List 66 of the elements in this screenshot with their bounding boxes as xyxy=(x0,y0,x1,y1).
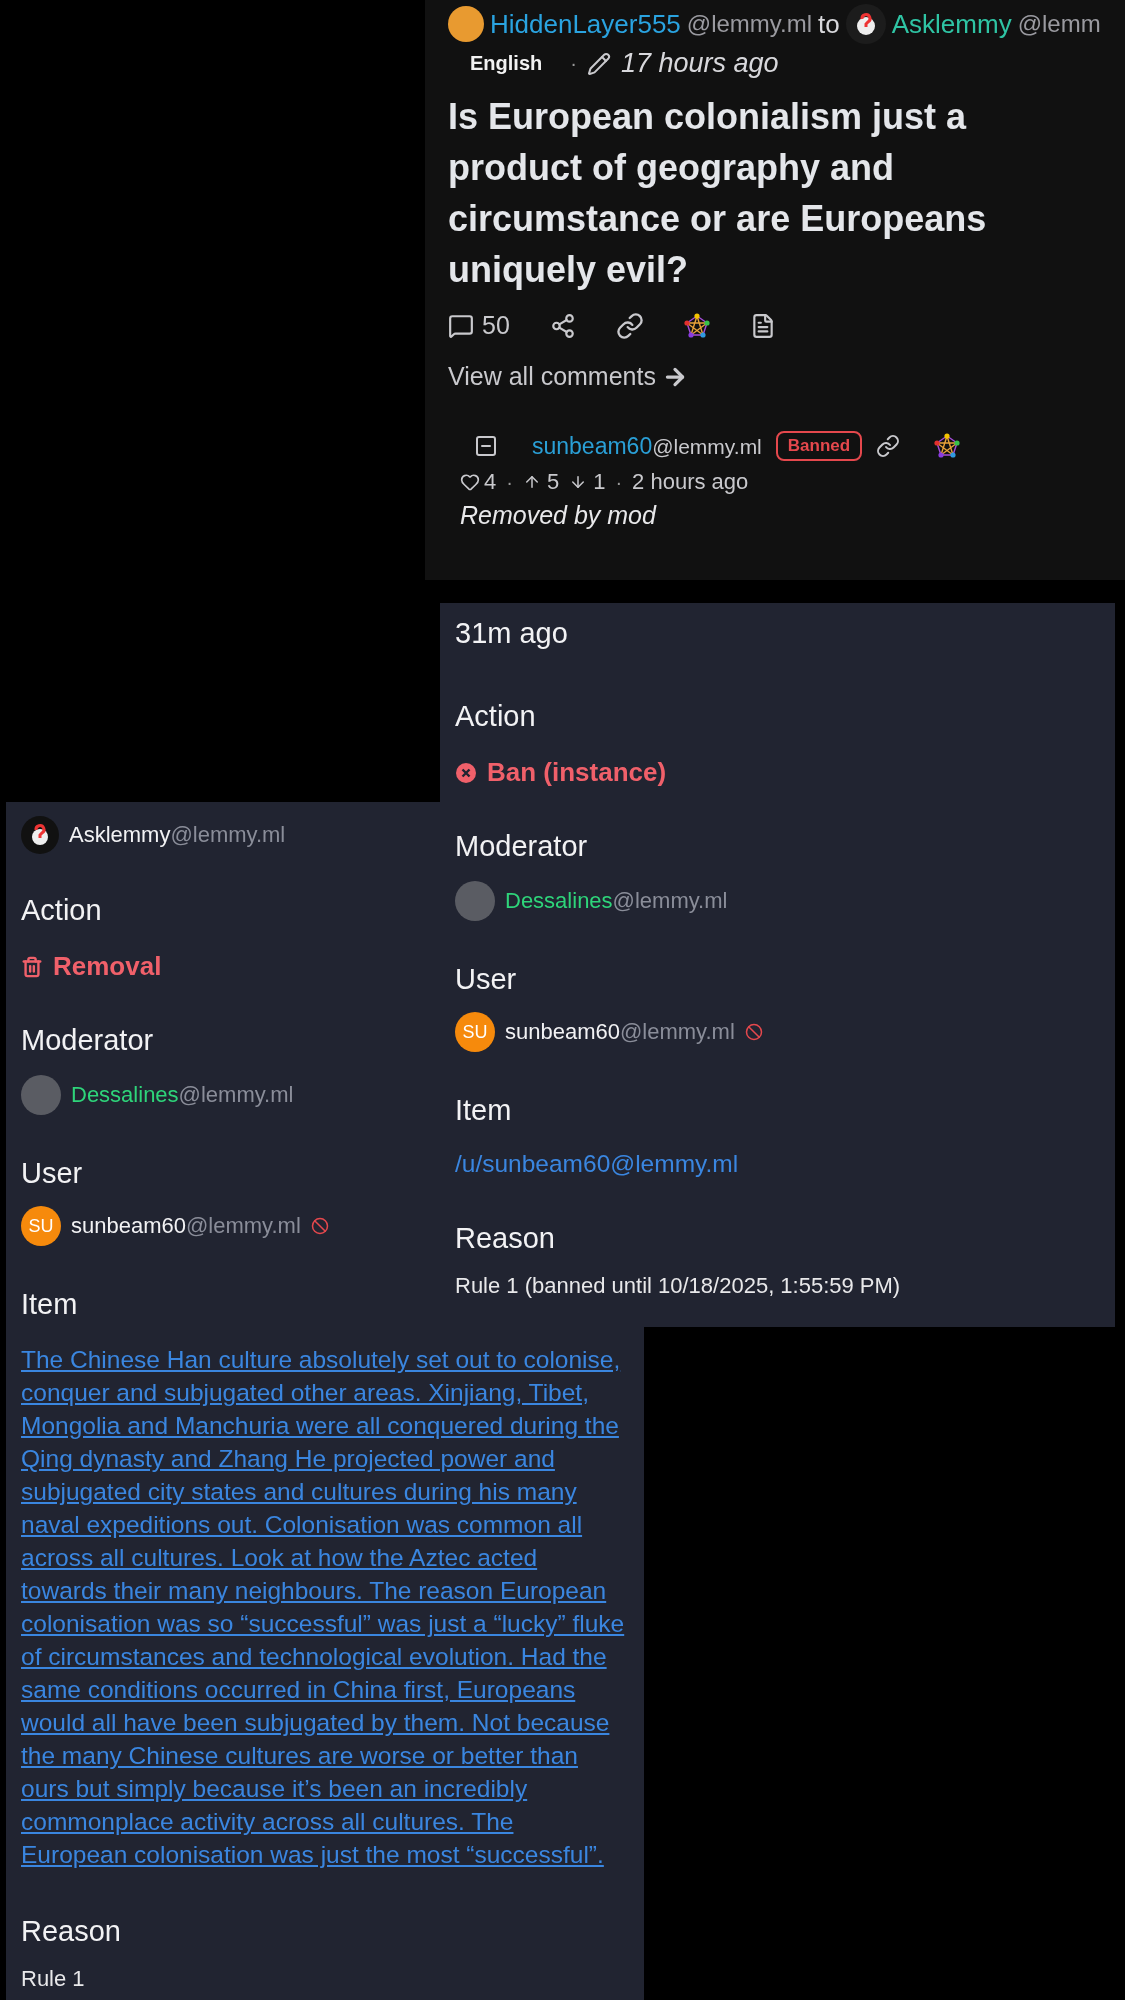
community-name[interactable]: Asklemmy xyxy=(891,8,1012,40)
moderator-instance: @lemmy.ml xyxy=(612,888,728,914)
reason-text: Rule 1 xyxy=(21,1966,85,1992)
section-heading: Reason xyxy=(21,1915,121,1948)
user-avatar: SU xyxy=(21,1206,61,1246)
like-button[interactable]: 4 xyxy=(460,469,497,495)
reason-text: Rule 1 (banned until 10/18/2025, 1:55:59 PM) xyxy=(455,1273,901,1299)
banned-badge: Banned xyxy=(775,431,863,461)
section-heading: Moderator xyxy=(21,1024,154,1057)
ban-icon xyxy=(455,761,477,784)
user-name[interactable]: sunbeam60 xyxy=(505,1019,620,1045)
section-heading: Reason xyxy=(455,1222,555,1255)
separator-dot: · xyxy=(506,470,513,494)
user-avatar xyxy=(448,6,484,42)
community-instance: @lemm xyxy=(1017,10,1101,38)
action-text: Ban (instance) xyxy=(487,757,667,788)
user-avatar: SU xyxy=(455,1012,495,1052)
item-link[interactable]: /u/sunbeam60@lemmy.ml xyxy=(455,1147,1095,1180)
author-instance: @lemmy.ml xyxy=(686,10,813,38)
fediverse-icon[interactable] xyxy=(934,433,961,459)
comment-body: Removed by mod xyxy=(460,501,658,530)
view-all-comments-link[interactable]: View all comments xyxy=(448,362,688,391)
moderator-name[interactable]: Dessalines xyxy=(71,1082,179,1108)
upvote-button[interactable]: 5 xyxy=(522,469,560,495)
moderator-avatar xyxy=(455,881,495,921)
heart-icon xyxy=(460,472,480,492)
edit-pencil-icon xyxy=(586,51,611,76)
user-name[interactable]: sunbeam60 xyxy=(71,1213,186,1239)
moderator-instance: @lemmy.ml xyxy=(178,1082,294,1108)
separator-dot: · xyxy=(615,470,623,494)
section-heading: Moderator xyxy=(455,830,588,863)
fediverse-icon[interactable] xyxy=(683,312,710,339)
section-heading: Item xyxy=(455,1094,512,1127)
user-instance: @lemmy.ml xyxy=(186,1213,301,1239)
community-avatar xyxy=(845,4,886,44)
community-avatar xyxy=(21,816,59,854)
comments-button[interactable]: 50 xyxy=(448,311,510,340)
downvote-button[interactable]: 1 xyxy=(569,469,606,495)
commenter-instance: @lemmy.ml xyxy=(652,434,762,459)
section-heading: User xyxy=(455,963,517,996)
share-icon[interactable] xyxy=(549,312,576,339)
comment-icon xyxy=(448,312,474,339)
moderator-avatar xyxy=(21,1075,61,1115)
community-instance: @lemmy.ml xyxy=(170,822,286,848)
post-title[interactable]: Is European colonialism just a product of geography and circumstance or are Europeans uniquely evil? xyxy=(448,91,1038,295)
moderator-name[interactable]: Dessalines xyxy=(505,888,613,914)
language-label: English xyxy=(470,52,543,75)
link-icon[interactable] xyxy=(615,311,644,340)
post-time: 17 hours ago xyxy=(620,48,779,79)
entry-time: 31m ago xyxy=(455,617,568,650)
comment-time: 2 hours ago xyxy=(632,469,749,495)
trash-icon xyxy=(21,955,43,978)
to-text: to xyxy=(818,8,840,40)
community-name[interactable]: Asklemmy xyxy=(69,822,171,848)
separator-dot: · xyxy=(570,52,577,75)
item-link[interactable]: The Chinese Han culture absolutely set out to colonise, conquer and subjugated other areas. Xinjiang, Tibet, Mongolia and Manchuria were all conquered during the Qing dynasty and Zhang He projected power and subjugated city states and cultures during his many naval expeditions out. Colonisation was common all across all cultures. Look at how the Aztec acted towards their many neighbours. The reason European colonisation was so “successful” was just a “lucky” fluke of circumstances and technological evolution. Had the same conditions occurred in China first, Europeans would all have been subjugated by them. Not because the many Chinese cultures are worse or better than ours but simply because it’s been an incredibly commonplace activity across all cultures. The European colonisation was just the most “successful”. xyxy=(21,1343,626,1871)
commenter-name[interactable]: sunbeam60 xyxy=(532,432,653,460)
section-heading: Action xyxy=(21,894,102,927)
section-heading: Item xyxy=(21,1288,78,1321)
user-instance: @lemmy.ml xyxy=(620,1019,735,1045)
author-name[interactable]: HiddenLayer555 xyxy=(490,8,681,40)
link-icon[interactable] xyxy=(876,434,901,458)
action-text: Removal xyxy=(53,951,162,982)
section-heading: User xyxy=(21,1157,83,1190)
collapse-icon[interactable] xyxy=(474,434,498,458)
section-heading: Action xyxy=(455,700,536,733)
